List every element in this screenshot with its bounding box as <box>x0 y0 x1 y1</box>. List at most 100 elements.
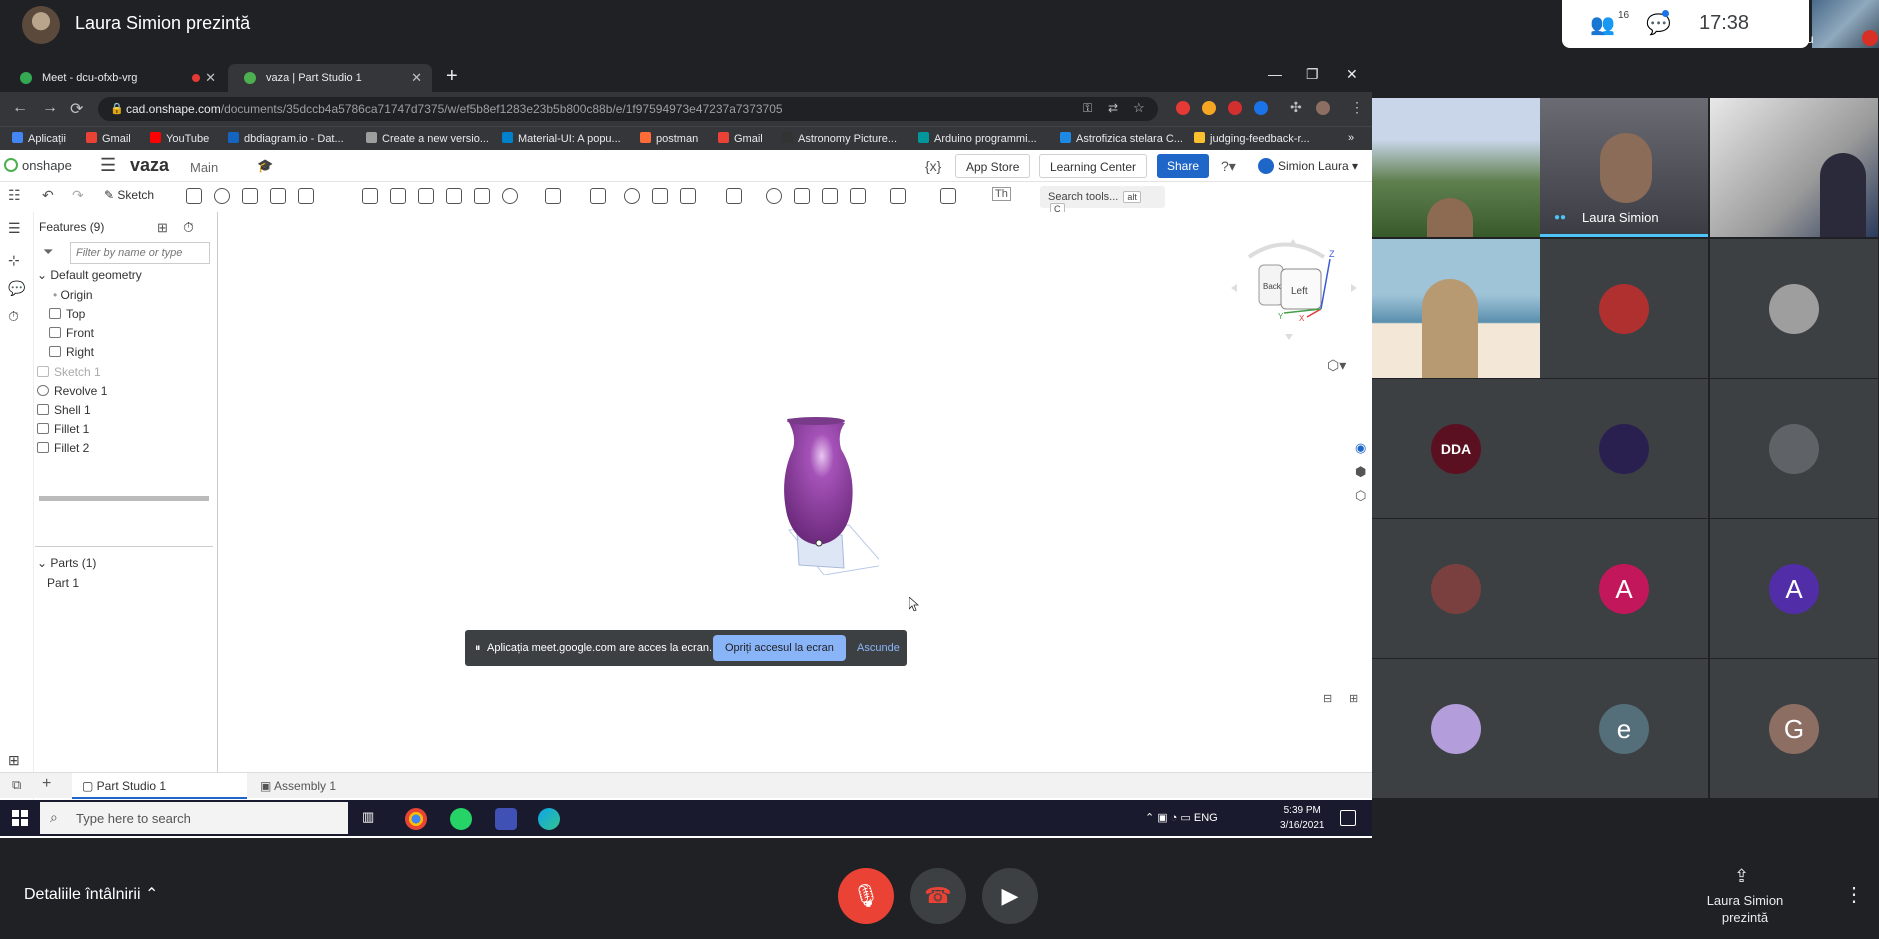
bookmark-apps[interactable]: Aplicații <box>12 132 66 145</box>
close-tab-icon[interactable]: ✕ <box>411 70 422 86</box>
tree-group-default-geometry[interactable]: ⌄ Default geometry <box>37 268 142 282</box>
whatsapp-taskbar-icon[interactable] <box>450 808 472 830</box>
feature-filter-input[interactable] <box>70 242 210 264</box>
delete-face-icon[interactable] <box>794 188 810 204</box>
taskbar-clock[interactable]: 5:39 PM 3/16/2021 <box>1280 803 1325 833</box>
measure-icon[interactable]: ⊟ <box>1323 692 1332 705</box>
thicken-icon[interactable] <box>298 188 314 204</box>
participant-tile[interactable] <box>1372 239 1540 378</box>
tree-item-part-1[interactable]: Part 1 <box>47 576 79 590</box>
profile-icon[interactable] <box>1316 101 1330 115</box>
feature-tree-icon[interactable]: ☰ <box>8 220 26 238</box>
feature-list-icon[interactable]: ☷ <box>8 187 21 204</box>
meeting-details-button[interactable]: Detaliile întâlnirii ⌃ <box>24 884 158 904</box>
insert-tab-icon[interactable]: + <box>42 775 51 793</box>
chrome-menu-icon[interactable]: ⋮ <box>1350 99 1364 116</box>
tab-assembly-1[interactable]: ▣ Assembly 1 <box>250 773 346 799</box>
history-icon[interactable]: ⏱ <box>8 308 26 326</box>
extension-icon[interactable] <box>1228 101 1242 115</box>
forward-icon[interactable]: → <box>42 99 58 117</box>
split-icon[interactable] <box>652 188 668 204</box>
redo-icon[interactable]: ↷ <box>72 187 84 204</box>
participant-tile[interactable] <box>1540 239 1708 378</box>
bookmark-postman[interactable]: postman <box>640 132 698 145</box>
bookmark-gmail[interactable]: Gmail <box>86 132 131 145</box>
rollback-bar[interactable] <box>39 496 209 501</box>
bookmark-dbdiagram[interactable]: dbdiagram.io - Dat... <box>228 132 344 145</box>
taskbar-search[interactable]: ⌕ Type here to search <box>40 802 348 834</box>
chamfer-icon[interactable] <box>390 188 406 204</box>
bookmark-arduino[interactable]: Arduino programmi... <box>918 132 1037 145</box>
tab-meet[interactable]: Meet - dcu-ofxb-vrg ✕ <box>4 64 226 92</box>
share-button[interactable]: Share <box>1157 154 1210 178</box>
revolve-icon[interactable] <box>214 188 230 204</box>
extension-icon[interactable] <box>1202 101 1216 115</box>
fillet-icon[interactable] <box>362 188 378 204</box>
windows-start-icon[interactable] <box>12 810 28 826</box>
edge-taskbar-icon[interactable] <box>538 808 560 830</box>
extension-icon[interactable] <box>1176 101 1190 115</box>
variable-icon[interactable]: {x} <box>925 158 941 174</box>
delete-part-icon[interactable] <box>726 188 742 204</box>
new-tab-button[interactable]: + <box>446 65 458 88</box>
present-screen-icon[interactable]: ⇪ <box>1734 866 1749 887</box>
star-icon[interactable]: ☆ <box>1133 100 1145 116</box>
people-icon[interactable]: 👥 <box>1590 12 1615 37</box>
participant-tile[interactable]: A <box>1540 519 1708 658</box>
modify-fillet-icon[interactable] <box>766 188 782 204</box>
participant-tile[interactable]: e <box>1540 659 1708 798</box>
participant-tile[interactable] <box>1540 379 1708 518</box>
bookmark-create-version[interactable]: Create a new versio... <box>366 132 489 145</box>
pattern-icon[interactable] <box>545 188 561 204</box>
tree-group-parts[interactable]: ⌄ Parts (1) <box>37 556 96 570</box>
restore-icon[interactable]: ❐ <box>1306 66 1319 83</box>
bookmark-astrofizica[interactable]: Astrofizica stelara C... <box>1060 132 1183 145</box>
minimize-icon[interactable]: — <box>1268 66 1282 82</box>
sweep-icon[interactable] <box>242 188 258 204</box>
tab-part-studio-1[interactable]: ▢ Part Studio 1 <box>72 773 247 799</box>
learning-cap-icon[interactable]: 🎓 <box>257 158 273 174</box>
comments-icon[interactable]: 💬 <box>8 280 26 298</box>
more-options-icon[interactable]: ⋮ <box>1844 882 1864 907</box>
participant-tile[interactable] <box>1710 239 1878 378</box>
move-face-icon[interactable] <box>822 188 838 204</box>
parts-panel-icon[interactable]: ⬢ <box>1355 464 1366 480</box>
participant-tile[interactable]: A <box>1710 519 1878 658</box>
bookmark-material-ui[interactable]: Material-UI: A popu... <box>502 132 621 145</box>
tree-item-top[interactable]: Top <box>49 307 85 321</box>
tree-item-revolve-1[interactable]: Revolve 1 <box>37 384 107 398</box>
task-view-icon[interactable]: ▥ <box>362 809 374 825</box>
add-folder-icon[interactable]: ⊞ <box>157 220 168 236</box>
camera-button[interactable]: ▶ <box>982 868 1038 924</box>
view-cube[interactable]: Back Left Z X Y <box>1229 237 1364 342</box>
participant-tile[interactable] <box>1372 519 1540 658</box>
participant-tile[interactable] <box>1372 659 1540 798</box>
tree-item-fillet-1[interactable]: Fillet 1 <box>37 422 89 436</box>
bookmark-astronomy[interactable]: Astronomy Picture... <box>782 132 897 145</box>
search-tools-input[interactable]: Search tools... altC <box>1040 186 1165 215</box>
app-taskbar-icon[interactable] <box>495 808 517 830</box>
tree-item-right[interactable]: Right <box>49 345 94 359</box>
stop-sharing-button[interactable]: Opriți accesul la ecran <box>713 635 846 661</box>
hole-icon[interactable] <box>502 188 518 204</box>
units-icon[interactable]: ⊞ <box>1349 692 1358 705</box>
timer-icon[interactable]: ⏱ <box>183 219 194 236</box>
end-call-button[interactable]: ☎ <box>910 868 966 924</box>
extrude-icon[interactable] <box>186 188 202 204</box>
chrome-taskbar-icon[interactable] <box>405 808 427 830</box>
filter-icon[interactable]: ⏷ <box>43 244 53 260</box>
puzzle-icon[interactable]: ✣ <box>1290 99 1302 116</box>
tree-item-shell-1[interactable]: Shell 1 <box>37 403 91 417</box>
app-store-button[interactable]: App Store <box>955 154 1031 178</box>
sketch-button[interactable]: ✎ Sketch <box>104 188 154 202</box>
rib-icon[interactable] <box>446 188 462 204</box>
draft-icon[interactable] <box>418 188 434 204</box>
thread-tool[interactable]: Th <box>992 187 1011 201</box>
mic-off-button[interactable]: 🎙 <box>838 868 894 924</box>
3d-viewport[interactable]: Back Left Z X Y ⬡▾ ◉ ⬢ ⬡ ⊟ ⊞ <box>219 212 1372 772</box>
close-window-icon[interactable]: ✕ <box>1346 66 1358 83</box>
tree-item-sketch-1[interactable]: Sketch 1 <box>37 365 101 379</box>
participant-tile[interactable] <box>1710 98 1878 237</box>
help-icon[interactable]: ?▾ <box>1221 158 1236 175</box>
extension-icon[interactable] <box>1254 101 1268 115</box>
